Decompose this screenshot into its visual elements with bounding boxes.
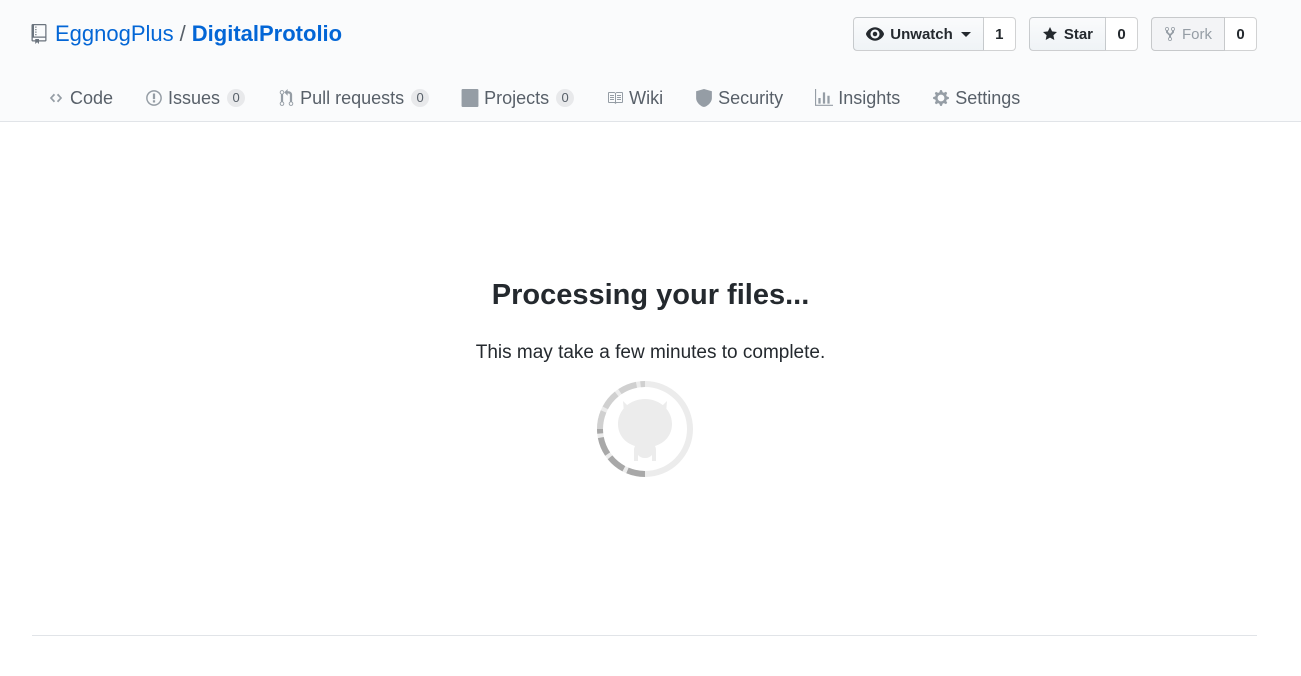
owner-link[interactable]: EggnogPlus bbox=[55, 21, 174, 47]
tab-settings-label: Settings bbox=[955, 87, 1021, 108]
octocat-spinner-icon bbox=[595, 379, 695, 479]
tab-code[interactable]: Code bbox=[47, 86, 113, 110]
gear-icon bbox=[932, 89, 950, 107]
star-label: Star bbox=[1063, 25, 1093, 43]
eye-icon bbox=[866, 27, 885, 41]
fork-button[interactable]: Fork bbox=[1151, 17, 1225, 51]
tab-issues-label: Issues bbox=[168, 87, 221, 108]
tab-projects-label: Projects bbox=[484, 87, 550, 108]
star-icon bbox=[1042, 26, 1058, 42]
tab-wiki[interactable]: Wiki bbox=[606, 86, 663, 110]
projects-counter: 0 bbox=[556, 89, 575, 107]
footer-divider bbox=[32, 635, 1257, 636]
shield-icon bbox=[695, 89, 713, 107]
code-icon bbox=[47, 89, 65, 107]
star-button[interactable]: Star bbox=[1028, 17, 1106, 51]
repo-header: EggnogPlus / DigitalProtolio Unwatch 1 S… bbox=[0, 0, 1301, 122]
pull-requests-counter: 0 bbox=[411, 89, 430, 107]
fork-group: Fork 0 bbox=[1151, 17, 1257, 51]
issue-opened-icon bbox=[145, 89, 163, 107]
fork-label: Fork bbox=[1182, 25, 1212, 43]
forks-count[interactable]: 0 bbox=[1225, 17, 1257, 51]
tab-insights[interactable]: Insights bbox=[815, 86, 900, 110]
tab-wiki-label: Wiki bbox=[629, 87, 664, 108]
repo-title: EggnogPlus / DigitalProtolio bbox=[31, 20, 342, 48]
tab-code-label: Code bbox=[70, 87, 114, 108]
issues-counter: 0 bbox=[227, 89, 246, 107]
repo-name-link[interactable]: DigitalProtolio bbox=[192, 21, 342, 47]
watchers-count[interactable]: 1 bbox=[983, 17, 1016, 51]
processing-subtitle: This may take a few minutes to complete. bbox=[475, 342, 826, 363]
path-separator: / bbox=[179, 21, 186, 46]
git-pull-request-icon bbox=[277, 89, 295, 107]
tab-pull-requests[interactable]: Pull requests 0 bbox=[277, 86, 430, 110]
book-icon bbox=[606, 89, 624, 107]
processing-title: Processing your files... bbox=[491, 279, 810, 311]
repo-actions: Unwatch 1 Star 0 Fork 0 bbox=[853, 17, 1257, 51]
tab-pull-requests-label: Pull requests bbox=[300, 87, 405, 108]
project-icon bbox=[461, 89, 479, 107]
repo-icon bbox=[31, 24, 47, 44]
unwatch-button[interactable]: Unwatch bbox=[853, 17, 984, 51]
tab-projects[interactable]: Projects 0 bbox=[461, 86, 575, 110]
tab-security[interactable]: Security bbox=[695, 86, 783, 110]
chevron-down-icon bbox=[960, 31, 971, 37]
tab-issues[interactable]: Issues 0 bbox=[145, 86, 246, 110]
watch-group: Unwatch 1 bbox=[853, 17, 1016, 51]
graph-icon bbox=[815, 89, 834, 107]
tab-insights-label: Insights bbox=[838, 87, 901, 108]
repo-nav: Code Issues 0 Pull requests 0 Projects 0 bbox=[47, 86, 1052, 110]
tab-security-label: Security bbox=[718, 87, 784, 108]
star-group: Star 0 bbox=[1028, 17, 1138, 51]
tab-settings[interactable]: Settings bbox=[932, 86, 1020, 110]
repo-forked-icon bbox=[1164, 26, 1176, 42]
stargazers-count[interactable]: 0 bbox=[1106, 17, 1138, 51]
unwatch-label: Unwatch bbox=[890, 25, 953, 43]
